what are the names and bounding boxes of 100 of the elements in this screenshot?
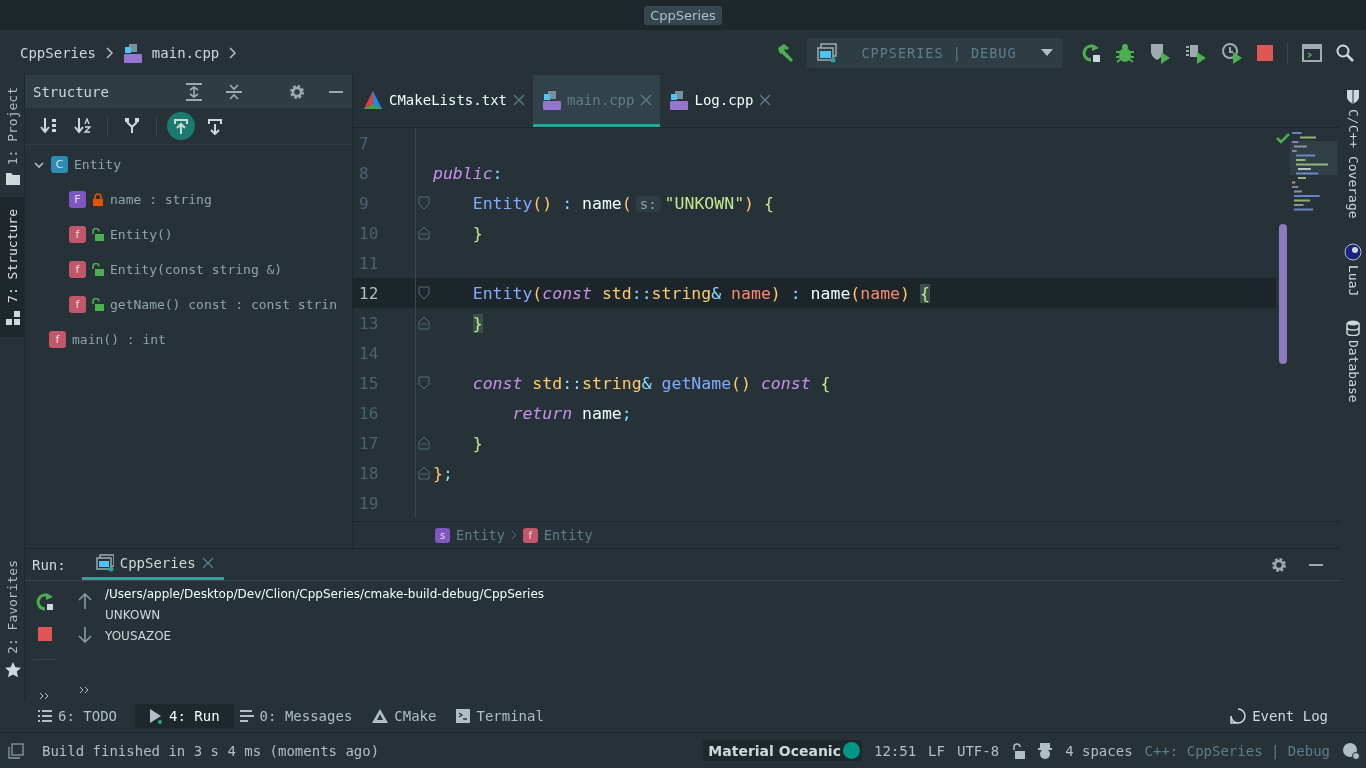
terminal-window-icon[interactable] xyxy=(1302,43,1322,62)
window-title: CppSeries xyxy=(644,5,722,25)
expand-all-icon[interactable] xyxy=(185,82,203,101)
code-line: } xyxy=(471,223,483,243)
line-number: 9 xyxy=(358,193,370,213)
tool-window-tab[interactable]: 4: Run xyxy=(135,704,234,728)
stop-icon[interactable] xyxy=(1257,44,1273,61)
tool-window-tab[interactable]: 6: TODO xyxy=(36,704,131,728)
fold-icon[interactable] xyxy=(418,226,431,240)
fold-icon[interactable] xyxy=(418,436,431,450)
code-line: Entity() : name( s: "UNKOWN") { xyxy=(471,193,774,213)
breadcrumb-item[interactable]: main.cpp xyxy=(151,44,220,61)
run-tab[interactable]: CppSeries xyxy=(81,549,224,580)
tool-window-tab[interactable]: C/C++ Coverage xyxy=(1340,75,1366,229)
tool-window-tab[interactable]: Database xyxy=(1340,305,1366,413)
symbol-badge: f xyxy=(69,226,86,243)
unlocked-lock-icon[interactable] xyxy=(1011,742,1026,759)
chevron-double-icon[interactable] xyxy=(39,692,51,700)
code-line: Entity(const std::string& name) : name(name) { xyxy=(471,283,930,303)
panel-title: Run: xyxy=(32,555,67,575)
star-icon xyxy=(4,662,21,678)
tool-window-tab[interactable]: 2: Favorites xyxy=(0,548,25,690)
tool-window-tab[interactable]: 7: Structure xyxy=(0,197,25,338)
line-number: 15 xyxy=(358,373,380,393)
fold-icon[interactable] xyxy=(418,286,431,300)
window-icon xyxy=(95,554,114,572)
close-icon[interactable] xyxy=(759,93,772,106)
sort-alphabetical-icon xyxy=(74,117,92,135)
console-line: YOUSAZOE xyxy=(105,628,173,645)
console-line: UNKOWN xyxy=(105,607,162,624)
window-icon xyxy=(817,42,837,63)
caret-position[interactable]: 12:51 xyxy=(873,742,917,759)
chevron-double-icon[interactable] xyxy=(79,686,91,694)
tool-window-tab[interactable]: Terminal xyxy=(454,704,558,728)
tool-window-tab[interactable]: LuaJ xyxy=(1340,228,1366,306)
editor-tab[interactable]: CMakeLists.txt xyxy=(353,75,533,127)
rerun-icon[interactable] xyxy=(36,593,54,611)
symbol-badge: F xyxy=(69,191,86,208)
symbol-badge: f xyxy=(49,331,66,348)
arrow-down-icon xyxy=(206,117,224,135)
line-number: 19 xyxy=(358,493,380,513)
settings-icon[interactable] xyxy=(1270,555,1288,574)
arrow-up-icon[interactable] xyxy=(78,593,92,609)
tree-item[interactable]: main() : int xyxy=(72,332,166,347)
arrow-down-icon[interactable] xyxy=(78,627,92,643)
terminal-icon xyxy=(456,709,471,723)
symbol-badge: f xyxy=(69,296,86,313)
tool-window-tab[interactable]: 1: Project xyxy=(0,75,25,198)
play-icon xyxy=(149,708,163,724)
panel-toggle-icon[interactable] xyxy=(8,742,24,759)
event-log-button[interactable]: Event Log xyxy=(1228,704,1358,728)
fold-icon[interactable] xyxy=(418,196,431,210)
symbol-badge: f xyxy=(522,527,538,543)
tree-item[interactable]: name : string xyxy=(110,192,212,207)
breadcrumb-item[interactable]: CppSeries xyxy=(20,44,96,61)
theme-switcher[interactable]: Material Oceanic xyxy=(703,740,862,761)
bug-icon[interactable] xyxy=(1115,42,1135,63)
arrow-up-icon xyxy=(172,117,190,135)
panel-title: Structure xyxy=(33,83,110,100)
line-number: 8 xyxy=(358,163,370,183)
chevron-icon xyxy=(510,530,517,540)
close-icon[interactable] xyxy=(201,557,214,569)
close-icon[interactable] xyxy=(513,93,525,106)
tree-item[interactable]: Entity() xyxy=(110,227,173,242)
moon-icon xyxy=(1344,242,1362,261)
search-icon[interactable] xyxy=(1336,43,1354,62)
indent-setting[interactable]: 4 spaces xyxy=(1065,742,1133,759)
symbol-badge: s xyxy=(435,527,450,543)
fold-icon[interactable] xyxy=(418,316,431,330)
tree-item[interactable]: Entity(const string &) xyxy=(110,262,283,277)
cpp-file-icon xyxy=(543,89,561,110)
tool-window-tab[interactable]: CMake xyxy=(370,704,451,728)
toolbar-toggle[interactable] xyxy=(167,112,195,140)
line-number: 11 xyxy=(358,253,380,273)
clock-run-icon[interactable] xyxy=(1221,41,1243,64)
status-message: Build finished in 3 s 4 ms (moments ago) xyxy=(41,742,381,759)
shield-run-icon[interactable] xyxy=(1149,41,1171,64)
tree-item[interactable]: getName() const : const strin xyxy=(110,297,337,312)
cpp-file-icon xyxy=(670,89,689,110)
file-encoding[interactable]: UTF-8 xyxy=(956,742,1000,759)
theme-dot-icon xyxy=(842,742,860,759)
scrollbar-thumb[interactable] xyxy=(1279,224,1287,364)
triangle-icon xyxy=(363,89,383,110)
line-separator[interactable]: LF xyxy=(928,742,945,759)
collapse-all-icon[interactable] xyxy=(225,82,243,101)
folder-icon xyxy=(5,173,20,186)
tree-item[interactable]: Entity xyxy=(74,157,121,172)
settings-icon[interactable] xyxy=(288,82,306,101)
list-icon xyxy=(38,710,52,722)
editor-tab[interactable]: Log.cpp xyxy=(660,75,780,127)
line-number: 14 xyxy=(358,343,380,363)
triangle-icon xyxy=(372,709,389,723)
rerun-icon[interactable] xyxy=(1081,42,1101,63)
code-line: public: xyxy=(433,163,503,183)
fold-icon[interactable] xyxy=(418,376,431,390)
check-icon xyxy=(1276,132,1290,144)
sort-icon xyxy=(40,117,58,135)
fold-icon[interactable] xyxy=(418,466,431,480)
tool-window-tab[interactable]: 0: Messages xyxy=(237,704,367,728)
database-icon xyxy=(1346,319,1360,336)
